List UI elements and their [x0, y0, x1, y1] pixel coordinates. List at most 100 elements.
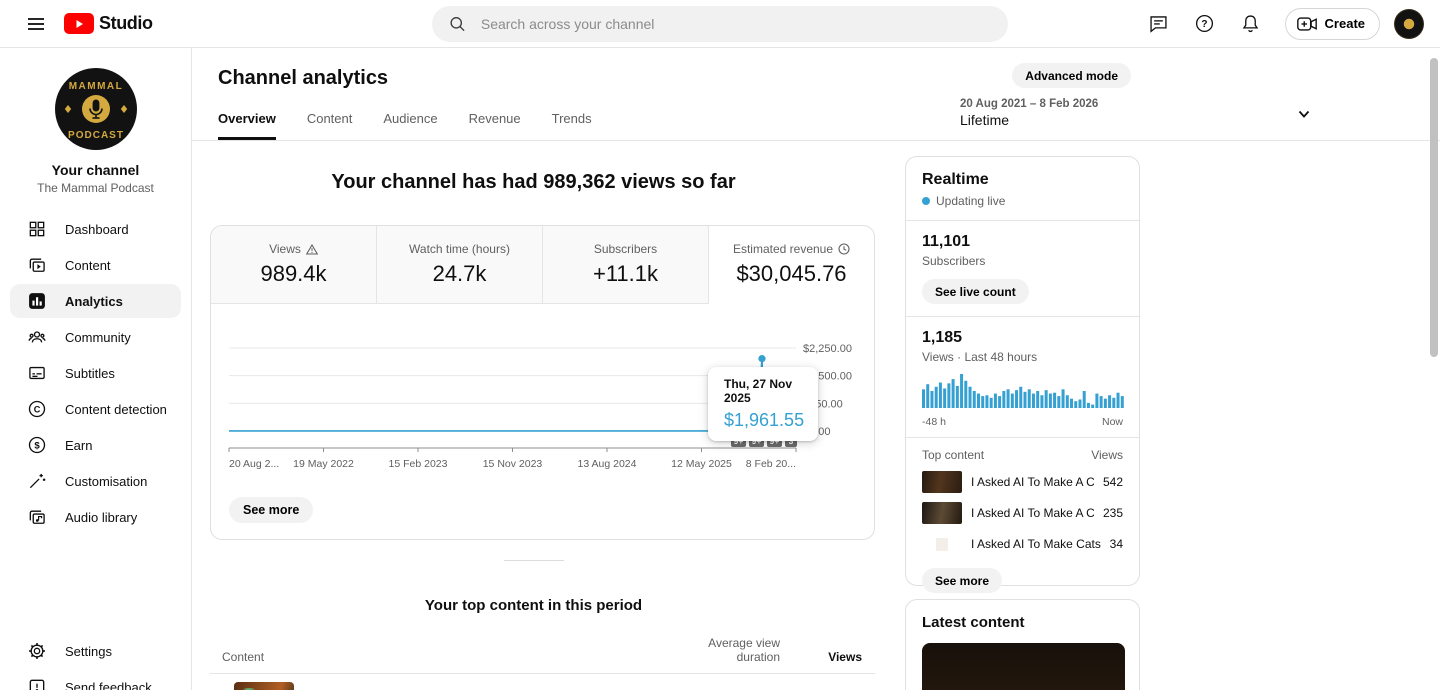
create-label: Create	[1324, 16, 1365, 31]
sidebar-item-label: Customisation	[65, 473, 148, 489]
sidebar-item-subtitles[interactable]: Subtitles	[10, 356, 181, 390]
divider	[906, 437, 1139, 438]
comment-icon	[1150, 16, 1167, 33]
top-content-table-header: Content Average view duration Views	[210, 636, 875, 674]
svg-text:12 May 2025: 12 May 2025	[671, 458, 732, 470]
axis-right-label: Now	[1101, 416, 1123, 428]
realtime-subscribers-label: Subscribers	[922, 254, 986, 268]
realtime-axis: -48 h Now	[922, 416, 1123, 428]
logo-text: Studio	[99, 13, 153, 33]
hamburger-icon	[28, 17, 44, 30]
realtime-see-more-button[interactable]: See more	[922, 568, 1003, 593]
date-range-picker[interactable]: 20 Aug 2021 – 8 Feb 2026 Lifetime	[960, 98, 1320, 128]
sidebar-item-label: Community	[65, 329, 131, 345]
menu-hamburger-button[interactable]	[16, 4, 56, 44]
divider	[906, 220, 1139, 221]
video-title: I Asked AI To Make A Cat P...	[971, 506, 1094, 520]
see-live-count-button[interactable]: See live count	[922, 279, 1029, 304]
sidebar-item-label: Subtitles	[65, 365, 115, 381]
latest-video-thumbnail[interactable]	[922, 643, 1125, 690]
top-content-row[interactable]: I Asked AI To Make Cats Ra... 34	[922, 533, 1123, 555]
studio-logo[interactable]: Studio	[64, 13, 153, 34]
metric-watch-time[interactable]: Watch time (hours) 24.7k	[377, 226, 543, 304]
sidebar-item-content[interactable]: Content	[10, 248, 181, 282]
create-button[interactable]: Create	[1284, 7, 1380, 40]
column-average-view-duration[interactable]: Average view duration	[690, 636, 780, 664]
channel-subtitle: The Mammal Podcast	[37, 181, 154, 195]
advanced-mode-button[interactable]: Advanced mode	[1012, 63, 1131, 88]
top-content-row[interactable]: I Asked AI To Make A Cat P... 542	[922, 471, 1123, 493]
top-content-row[interactable]: I Asked AI To Make A Cat P... 235	[922, 502, 1123, 524]
feedback-bubble-button[interactable]	[1139, 4, 1179, 44]
account-avatar[interactable]	[1394, 8, 1424, 39]
metric-subscribers[interactable]: Subscribers +11.1k	[543, 226, 709, 304]
video-thumbnail	[922, 502, 962, 524]
sidebar-item-settings[interactable]: Settings	[10, 634, 180, 668]
tab-overview[interactable]: Overview	[218, 111, 276, 140]
vertical-scrollbar[interactable]	[1430, 58, 1438, 357]
metric-estimated-revenue[interactable]: Estimated revenue $30,045.76	[709, 226, 874, 304]
help-button[interactable]: ?	[1185, 4, 1225, 44]
sidebar-item-analytics[interactable]: Analytics	[10, 284, 181, 318]
realtime-subscribers-value: 11,101	[922, 233, 971, 250]
column-views[interactable]: Views	[780, 650, 862, 664]
realtime-title: Realtime	[922, 171, 989, 188]
sidebar-item-community[interactable]: Community	[10, 320, 181, 354]
video-title: I Asked AI To Make A Cat P...	[971, 475, 1094, 489]
sidebar-item-label: Content detection	[65, 401, 167, 417]
divider	[906, 316, 1139, 317]
notifications-button[interactable]	[1231, 4, 1271, 44]
topbar: Studio ? Create	[0, 0, 1440, 48]
top-content-title: Your top content in this period	[424, 597, 643, 614]
sidebar-item-send-feedback[interactable]: Send feedback	[10, 670, 180, 690]
tab-trends[interactable]: Trends	[552, 111, 592, 140]
views-column-label: Views	[1091, 448, 1123, 462]
youtube-play-icon	[64, 13, 94, 34]
see-more-button[interactable]: See more	[229, 497, 314, 523]
updating-live-label: Updating live	[936, 194, 1006, 208]
sidebar-item-audio-library[interactable]: Audio library	[10, 500, 181, 534]
realtime-bar-chart[interactable]	[922, 374, 1125, 408]
svg-text:PODCAST: PODCAST	[68, 130, 124, 141]
realtime-card: Realtime Updating live 11,101 Subscriber…	[905, 156, 1140, 593]
date-period-label: Lifetime	[960, 112, 1010, 128]
column-content[interactable]: Content	[222, 650, 690, 664]
copyright-icon: C	[26, 398, 48, 420]
search-bar[interactable]	[432, 5, 1008, 42]
latest-content-title: Latest content	[922, 614, 1025, 631]
sidebar: MAMMAL PODCAST Your channel The Mammal P…	[0, 48, 192, 690]
magic-wand-icon	[26, 470, 48, 492]
warning-icon	[305, 243, 318, 255]
tab-audience[interactable]: Audience	[383, 111, 437, 140]
metric-views[interactable]: Views 989.4k	[211, 226, 377, 304]
video-thumbnail	[922, 533, 962, 555]
svg-text:8 Feb 20...: 8 Feb 20...	[746, 458, 796, 470]
search-input[interactable]	[478, 14, 992, 33]
realtime-views-value: 1,185	[922, 329, 963, 346]
sidebar-item-dashboard[interactable]: Dashboard	[10, 212, 181, 246]
video-views: 235	[1102, 506, 1123, 520]
sidebar-item-customisation[interactable]: Customisation	[10, 464, 181, 498]
sidebar-item-content-detection[interactable]: C Content detection	[10, 392, 181, 426]
create-video-icon	[1296, 16, 1317, 31]
live-dot-icon	[922, 197, 930, 205]
channel-avatar[interactable]: MAMMAL PODCAST	[54, 67, 138, 151]
tooltip-date: Thu, 27 Nov 2025	[724, 377, 793, 405]
svg-text:$2,250.00: $2,250.00	[803, 343, 852, 355]
svg-text:?: ?	[1201, 19, 1207, 30]
tab-revenue[interactable]: Revenue	[469, 111, 521, 140]
sidebar-nav: Dashboard Content Analytics Community Su…	[0, 212, 191, 534]
svg-text:$: $	[34, 440, 40, 451]
table-row-thumbnail[interactable]	[234, 682, 294, 690]
tab-content[interactable]: Content	[307, 111, 353, 140]
bell-icon	[1242, 15, 1259, 33]
top-content-label: Top content	[922, 448, 985, 462]
dollar-icon: $	[26, 434, 48, 456]
metric-label: Subscribers	[593, 242, 658, 256]
dashboard-icon	[26, 218, 48, 240]
realtime-status: Updating live	[922, 194, 1123, 208]
gear-icon	[26, 640, 48, 662]
sidebar-item-earn[interactable]: $ Earn	[10, 428, 181, 462]
metric-label: Estimated revenue	[732, 242, 834, 256]
svg-text:13 Aug 2024: 13 Aug 2024	[578, 458, 637, 470]
